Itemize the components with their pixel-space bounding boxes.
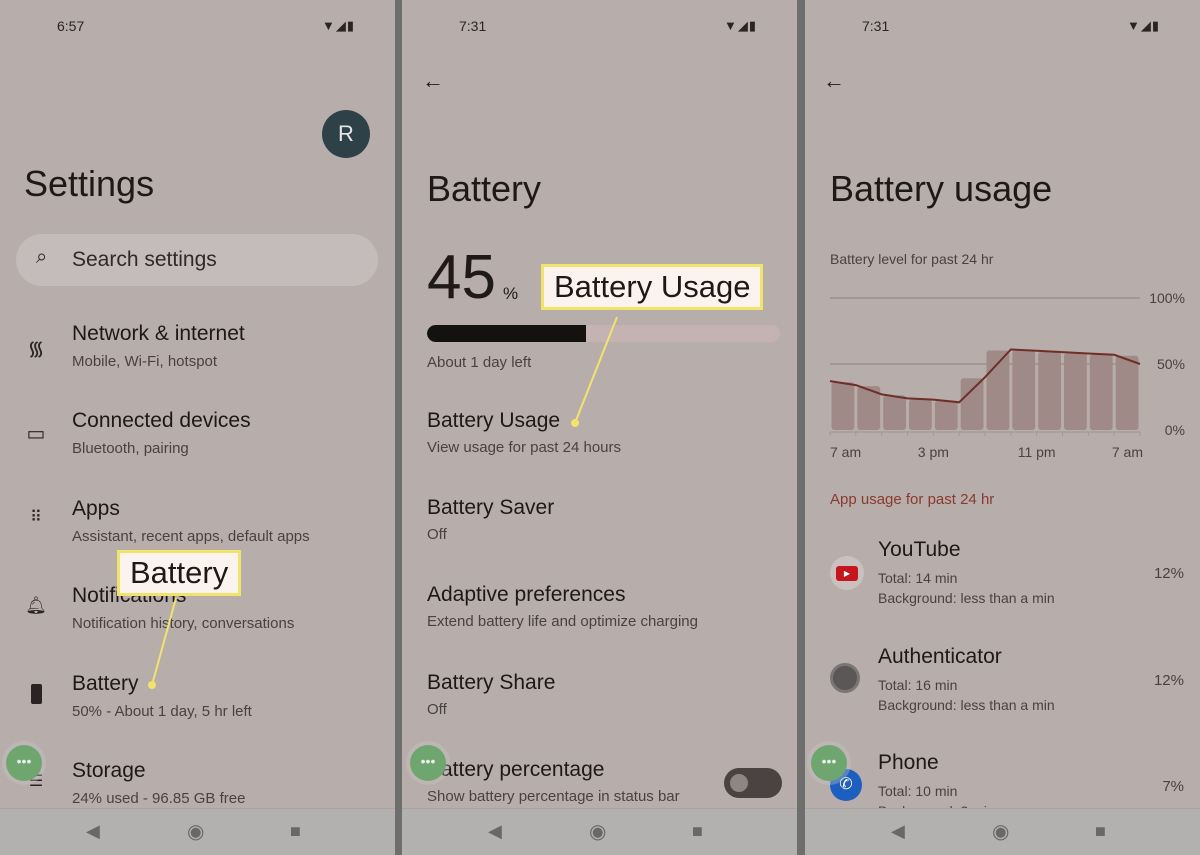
y-tick-label: 50% [1157,356,1185,372]
app-usage-label: App usage for past 24 hr [830,491,995,508]
page-title: Battery usage [830,168,1053,209]
floating-bubble-button[interactable]: ••• [6,745,42,781]
floating-bubble-button[interactable]: ••• [410,745,446,781]
x-tick-label: 3 pm [918,444,949,460]
battery-screen: 7:31 ▼◢▮ ← Battery 45 % About 1 day left… [402,0,797,855]
chart-bar [1038,351,1061,430]
app-name: YouTube [878,538,961,561]
x-tick-label: 7 am [1112,444,1143,460]
app-percent: 12% [1153,672,1184,689]
app-total: Total: 16 min [878,677,958,693]
callout-line [574,316,618,424]
back-arrow-icon[interactable]: ← [823,68,845,94]
callout-battery: Battery [117,550,242,596]
chart-bar [1115,355,1139,430]
callout-line [151,597,177,686]
app-name: Authenticator [878,645,1002,668]
app-background: Background: less than a min [878,590,1055,606]
settings-screen: 6:57 ▼◢▮ R Settings ⌕ Search settings ᯾ … [0,0,395,855]
chart-bar [934,400,958,430]
app-name: Phone [878,751,939,774]
authenticator-icon [830,663,860,693]
app-total: Total: 10 min [878,783,958,799]
home-nav-icon[interactable]: ◉ [187,819,204,844]
app-percent: 12% [1153,565,1184,582]
status-icons: ▼◢▮ [1127,18,1161,33]
floating-bubble-button[interactable]: ••• [811,745,847,781]
battery-usage-screen: 7:31 ▼◢▮ ← Battery usage Battery level f… [805,0,1200,855]
battery-level-chart: 100% 50% 0% 7 am 3 pm 11 pm 7 am [829,290,1185,460]
home-nav-icon[interactable]: ◉ [992,819,1009,844]
x-tick-label: 11 pm [1018,444,1056,460]
chart-bar [1012,350,1036,430]
chart-bar [909,399,932,430]
nav-bar: ◀ ◉ ■ [0,808,395,855]
chart-label: Battery level for past 24 hr [830,251,994,267]
nav-bar: ◀ ◉ ■ [402,808,797,855]
app-background: Background: less than a min [878,697,1055,713]
callout-dot [148,681,156,689]
recents-nav-icon[interactable]: ■ [290,821,301,842]
chart-bar [883,395,906,430]
y-tick-label: 100% [1149,290,1185,306]
youtube-icon: ▶ [830,556,864,590]
back-nav-icon[interactable]: ◀ [488,821,502,842]
y-tick-label: 0% [1165,422,1185,438]
app-usage-item[interactable]: ▶ YouTube Total: 14 min Background: less th… [805,538,1200,618]
callout-dot [571,419,579,427]
home-nav-icon[interactable]: ◉ [589,819,606,844]
chart-bar [831,382,855,430]
callout-battery-usage: Battery Usage [541,264,764,310]
recents-nav-icon[interactable]: ■ [692,821,703,842]
app-usage-item[interactable]: Authenticator Total: 16 min Background: le… [805,645,1200,725]
x-tick-label: 7 am [830,444,861,460]
chart-bar [1089,354,1113,430]
chart-bar [960,378,984,430]
app-total: Total: 14 min [878,570,958,586]
chart-bar [1064,353,1087,430]
recents-nav-icon[interactable]: ■ [1095,821,1106,842]
nav-bar: ◀ ◉ ■ [805,808,1200,855]
status-time: 7:31 [862,18,890,34]
back-nav-icon[interactable]: ◀ [86,821,100,842]
app-percent: 7% [1162,778,1184,795]
back-nav-icon[interactable]: ◀ [891,821,905,842]
